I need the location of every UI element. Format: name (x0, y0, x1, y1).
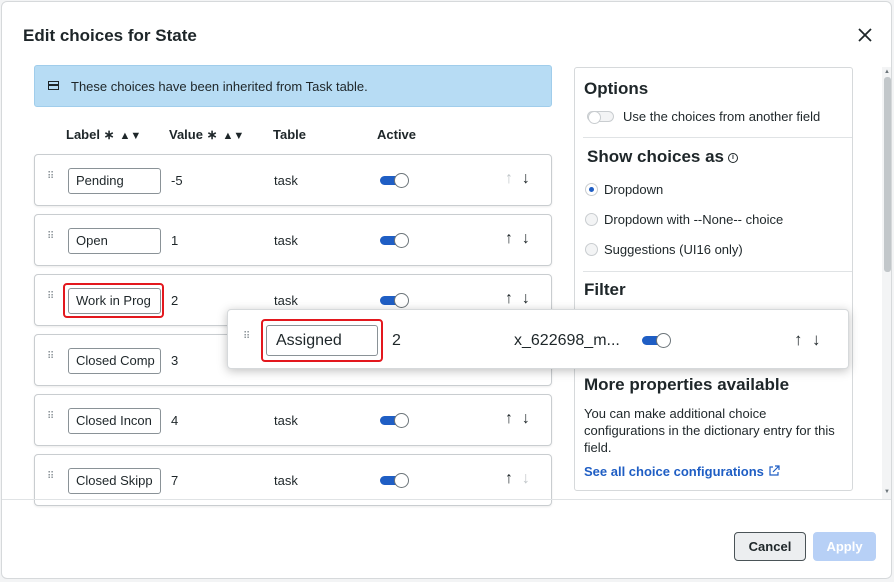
options-panel: Options Use the choices from another fie… (574, 67, 853, 491)
scrollbar[interactable]: ▲ ▼ (882, 67, 891, 499)
value-cell: 3 (171, 353, 179, 368)
table-cell: task (274, 293, 298, 308)
drag-handle-icon[interactable]: ⠿ (47, 172, 55, 187)
drag-handle-icon[interactable]: ⠿ (243, 332, 251, 347)
value-cell: 7 (171, 473, 179, 488)
table-cell: task (274, 233, 298, 248)
arrow-down-icon[interactable]: ↓ (522, 410, 530, 427)
arrow-up-icon[interactable]: ↑ (505, 410, 513, 427)
table-cell: task (274, 473, 298, 488)
label-input[interactable]: Closed Comp (68, 348, 161, 374)
choice-row: ⠿ Closed Incon 4 task ↑ ↓ (34, 394, 552, 446)
arrow-up-icon: ↑ (505, 170, 513, 187)
other-field-label: Use the choices from another field (623, 109, 821, 124)
scroll-down-icon[interactable]: ▼ (884, 489, 890, 495)
close-icon[interactable] (854, 24, 876, 46)
info-icon[interactable]: i (728, 152, 738, 163)
arrow-down-icon: ↓ (521, 470, 530, 487)
sort-icon[interactable]: ▲▼ (222, 130, 244, 142)
arrow-down-icon[interactable]: ↓ (522, 230, 530, 247)
column-label-text: Label (66, 127, 100, 142)
value-cell: 1 (171, 233, 179, 248)
choice-row: ⠿ Open 1 task ↑ ↓ (34, 214, 552, 266)
divider (583, 271, 852, 272)
dialog-title: Edit choices for State (23, 26, 197, 45)
arrow-up-icon[interactable]: ↑ (505, 230, 513, 247)
active-toggle[interactable] (642, 333, 671, 348)
radio-suggestions[interactable] (585, 243, 598, 256)
radio-dropdown-none-label: Dropdown with --None-- choice (604, 212, 784, 227)
footer-divider (2, 499, 891, 500)
table-icon (48, 81, 59, 90)
cancel-button[interactable]: Cancel (734, 532, 806, 561)
options-title: Options (584, 79, 649, 98)
arrow-up-icon[interactable]: ↑ (505, 470, 513, 487)
column-value-text: Value (169, 127, 203, 142)
arrow-down-icon[interactable]: ↓ (522, 170, 530, 187)
value-cell: 2 (171, 293, 179, 308)
value-cell: -5 (171, 173, 183, 188)
drag-handle-icon[interactable]: ⠿ (47, 352, 55, 367)
table-cell: task (274, 413, 298, 428)
see-all-link[interactable]: See all choice configurations (584, 464, 780, 479)
label-input[interactable]: Closed Incon (68, 408, 161, 434)
arrow-down-icon[interactable]: ↓ (812, 330, 821, 349)
divider (583, 137, 852, 138)
external-link-icon (768, 465, 780, 476)
sort-icon[interactable]: ▲▼ (119, 130, 141, 142)
radio-suggestions-label: Suggestions (UI16 only) (604, 242, 743, 257)
filter-title: Filter (584, 280, 626, 299)
see-all-link-text: See all choice configurations (584, 464, 764, 479)
label-input[interactable]: Pending (68, 168, 161, 194)
apply-button[interactable]: Apply (813, 532, 876, 561)
highlight-box (63, 283, 164, 318)
drag-handle-icon[interactable]: ⠿ (47, 232, 55, 247)
table-cell: x_622698_m... (514, 332, 620, 349)
more-properties-title: More properties available (584, 375, 790, 394)
arrow-up-icon[interactable]: ↑ (794, 330, 803, 349)
value-cell: 4 (171, 413, 179, 428)
active-toggle[interactable] (380, 233, 409, 248)
column-header-value[interactable]: Value ∗ ▲▼ (169, 127, 244, 143)
value-cell: 2 (392, 332, 401, 349)
column-header-active: Active (377, 127, 417, 142)
drag-handle-icon[interactable]: ⠿ (47, 472, 55, 487)
radio-dropdown[interactable] (585, 183, 598, 196)
active-toggle[interactable] (380, 293, 409, 308)
inherited-banner: These choices have been inherited from T… (34, 65, 552, 107)
radio-dropdown-label: Dropdown (604, 182, 664, 197)
more-properties-text: You can make additional choice configura… (584, 406, 835, 455)
table-cell: task (274, 173, 298, 188)
column-header-table: Table (273, 127, 306, 142)
show-choices-title: Show choices as i (587, 147, 738, 167)
active-toggle[interactable] (380, 413, 409, 428)
choice-row: ⠿ Pending -5 task ↑ ↓ (34, 154, 552, 206)
drag-handle-icon[interactable]: ⠿ (47, 292, 55, 307)
show-choices-text: Show choices as (587, 147, 724, 166)
scroll-up-icon[interactable]: ▲ (884, 69, 890, 75)
banner-text: These choices have been inherited from T… (71, 79, 368, 94)
column-header-label[interactable]: Label ∗ ▲▼ (66, 127, 141, 143)
scroll-thumb[interactable] (884, 77, 891, 272)
arrow-up-icon[interactable]: ↑ (505, 290, 513, 307)
arrow-down-icon[interactable]: ↓ (522, 290, 530, 307)
label-input[interactable]: Open (68, 228, 161, 254)
other-field-toggle[interactable] (587, 111, 614, 124)
drag-handle-icon[interactable]: ⠿ (47, 412, 55, 427)
highlight-box (261, 319, 383, 362)
label-input[interactable]: Closed Skipp (68, 468, 161, 494)
radio-dropdown-none[interactable] (585, 213, 598, 226)
edit-choices-dialog: Edit choices for State These choices hav… (1, 1, 892, 579)
active-toggle[interactable] (380, 173, 409, 188)
active-toggle[interactable] (380, 473, 409, 488)
